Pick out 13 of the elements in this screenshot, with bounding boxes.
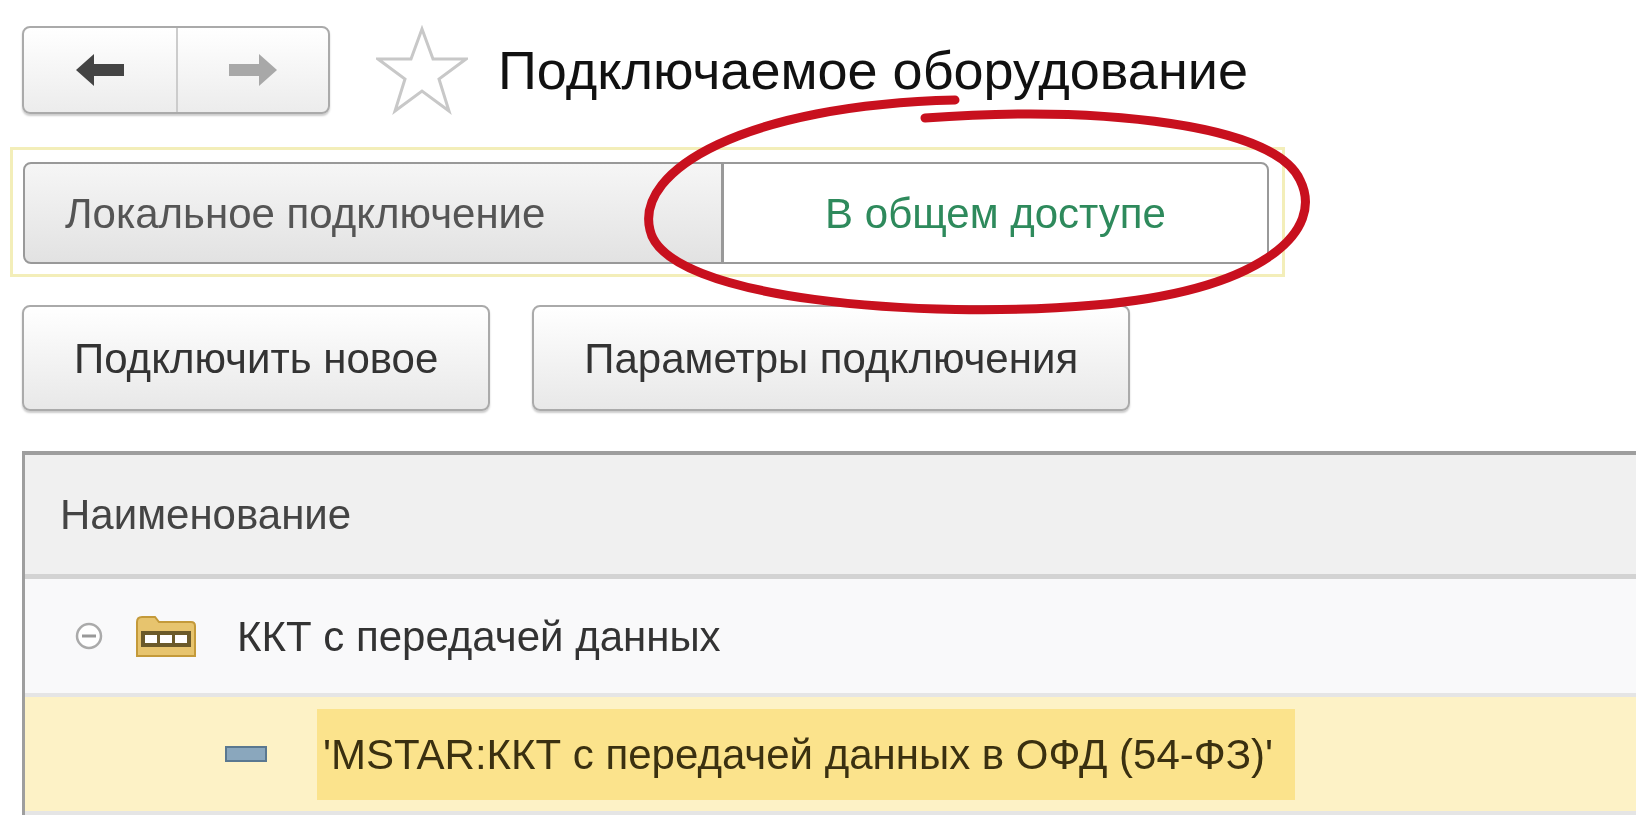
- tab[interactable]: В общем доступе: [723, 162, 1269, 264]
- connect-new-button[interactable]: Подключить новое: [22, 305, 491, 411]
- table-row[interactable]: ККТ с передачей данных: [25, 579, 1636, 697]
- item-icon: [225, 746, 267, 762]
- connection-settings-button[interactable]: Параметры подключения: [532, 305, 1131, 411]
- folder-icon: [135, 614, 197, 658]
- table-cell: 'MSTAR:ККТ с передачей данных в ОФД (54-ФЗ)': [317, 708, 1296, 800]
- tab[interactable]: Локальное подключение: [23, 162, 723, 264]
- column-header: Наименование: [25, 455, 1636, 579]
- collapse-icon[interactable]: [75, 622, 103, 650]
- table-cell-text: ККТ с передачей данных: [236, 611, 722, 662]
- table-row[interactable]: 'MSTAR:ККТ с передачей данных в ОФД (54-ФЗ)': [25, 697, 1636, 815]
- star-icon[interactable]: [376, 25, 468, 115]
